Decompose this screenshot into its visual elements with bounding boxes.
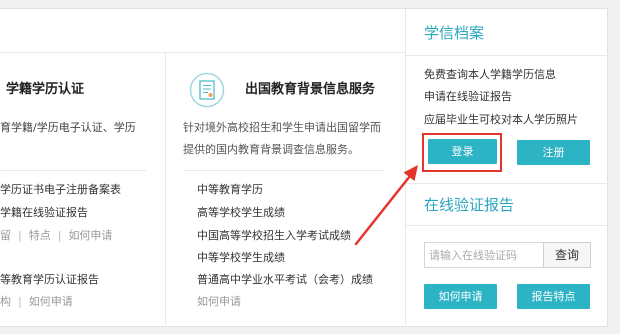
left-divider: [0, 170, 146, 171]
archive-title-divider: [406, 55, 608, 56]
archive-section-divider: [406, 183, 608, 184]
report-features-button[interactable]: 报告特点: [517, 284, 590, 309]
middle-item-gaokao-scores[interactable]: 中国高等学校招生入学考试成绩: [197, 229, 351, 243]
left-link-agency[interactable]: 构: [0, 295, 11, 308]
middle-desc-line-1: 针对境外高校招生和学生申请出国留学而: [183, 121, 381, 134]
link-separator: |: [18, 295, 22, 308]
archive-title[interactable]: 学信档案: [424, 24, 484, 42]
middle-desc-line-2: 提供的国内教育背景调查信息服务。: [183, 143, 359, 156]
middle-item-university-grades[interactable]: 高等学校学生成绩: [197, 206, 285, 220]
left-section-heading[interactable]: 学籍学历认证: [6, 82, 84, 98]
left-link-how-to-apply[interactable]: 如何申请: [68, 229, 112, 242]
query-button[interactable]: 查询: [543, 242, 591, 268]
left-link-sample[interactable]: 留: [0, 229, 11, 242]
left-item-degree-report[interactable]: 等教育学历认证报告: [0, 273, 99, 287]
link-separator: |: [57, 229, 62, 242]
column-divider-right: [405, 9, 406, 325]
left-links-row-2: 构 | 如何申请: [0, 295, 73, 309]
verification-code-input[interactable]: [424, 242, 544, 268]
verify-title-divider: [406, 225, 608, 226]
middle-item-secondary-diploma[interactable]: 中等教育学历: [197, 183, 263, 197]
archive-feature-1: 免费查询本人学籍学历信息: [424, 68, 556, 81]
middle-item-secondary-grades[interactable]: 中等学校学生成绩: [197, 251, 285, 265]
how-to-apply-button[interactable]: 如何申请: [424, 284, 497, 309]
archive-feature-2: 申请在线验证报告: [424, 90, 512, 103]
left-link-features[interactable]: 特点: [29, 229, 51, 242]
left-link-how-to-apply-2[interactable]: 如何申请: [29, 295, 73, 308]
link-separator: |: [18, 229, 22, 242]
left-item-registration-form[interactable]: 学历证书电子注册备案表: [0, 183, 121, 197]
middle-divider: [183, 170, 385, 171]
middle-section-heading[interactable]: 出国教育背景信息服务: [245, 82, 375, 98]
middle-how-to-apply-link[interactable]: 如何申请: [197, 295, 241, 309]
column-divider-left: [165, 52, 166, 325]
left-section-desc: 育学籍/学历电子认证、学历: [0, 121, 136, 134]
archive-feature-3: 应届毕业生可校对本人学历照片: [424, 113, 578, 126]
login-button[interactable]: 登录: [428, 139, 497, 164]
middle-item-proficiency-exam[interactable]: 普通高中学业水平考试（会考）成绩: [197, 273, 373, 287]
left-links-row-1: 留 | 特点 | 如何申请: [0, 229, 112, 243]
register-button[interactable]: 注册: [517, 140, 590, 165]
verify-report-title[interactable]: 在线验证报告: [424, 196, 514, 214]
left-item-online-report[interactable]: 学籍在线验证报告: [0, 206, 88, 220]
top-divider: [0, 52, 405, 53]
document-icon: [189, 72, 225, 108]
